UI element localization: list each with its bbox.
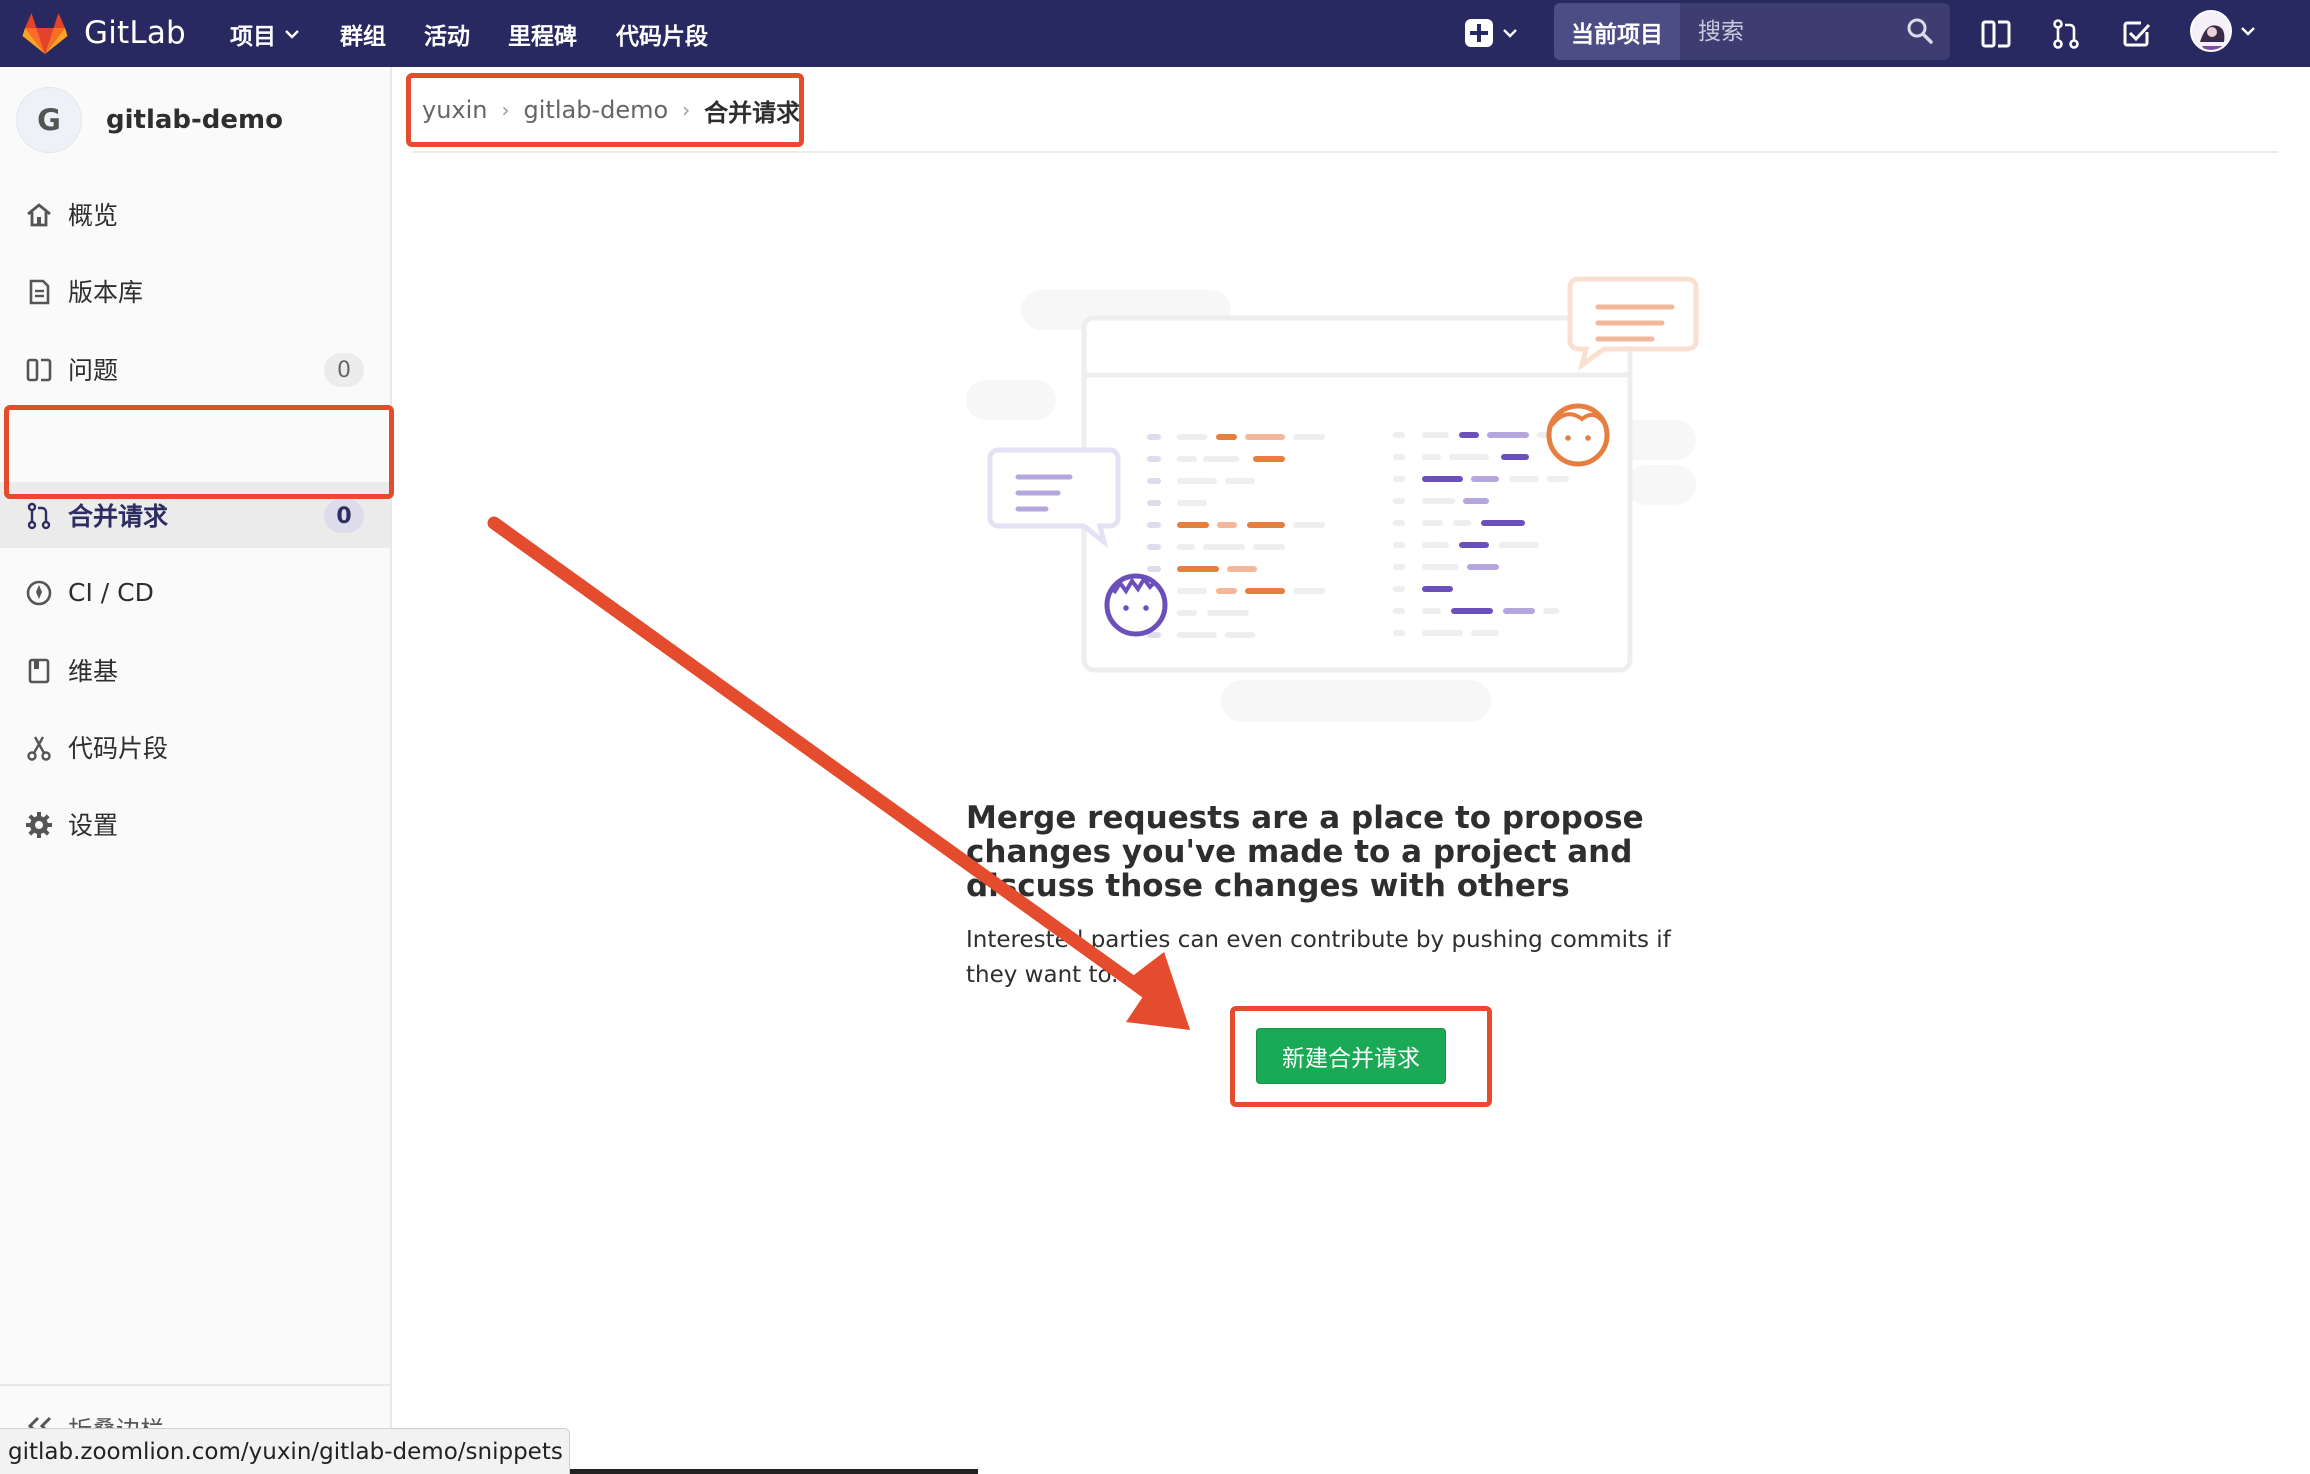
empty-state-subtitle: Interested parties can even contribute b… bbox=[966, 927, 1671, 988]
gear-icon bbox=[24, 810, 54, 840]
issues-count-badge: 0 bbox=[324, 353, 364, 387]
nav-groups[interactable]: 群组 bbox=[340, 0, 386, 67]
sidebar-item-settings[interactable]: 设置 bbox=[0, 791, 390, 857]
project-sidebar: G gitlab-demo 概览 版本库 问题 0 合并请求 0 CI / CD… bbox=[0, 67, 392, 1474]
sidebar-item-label: CI / CD bbox=[68, 577, 154, 607]
issues-icon bbox=[24, 355, 54, 385]
breadcrumb: yuxin › gitlab-demo › 合并请求 bbox=[422, 88, 800, 132]
gitlab-logo[interactable]: GitLab bbox=[22, 11, 186, 55]
nav-projects-dropdown[interactable]: 项目 bbox=[230, 0, 300, 67]
status-bar-url: gitlab.zoomlion.com/yuxin/gitlab-demo/sn… bbox=[0, 1428, 570, 1474]
repository-icon bbox=[24, 277, 54, 307]
sidebar-item-label: 问题 bbox=[68, 356, 119, 385]
todo-icon[interactable] bbox=[2116, 14, 2156, 54]
sidebar-item-label: 代码片段 bbox=[68, 734, 169, 763]
sidebar-item-overview[interactable]: 概览 bbox=[0, 181, 390, 247]
search-icon[interactable] bbox=[1906, 17, 1934, 45]
project-header[interactable]: G gitlab-demo bbox=[16, 87, 283, 153]
chevron-right-icon: › bbox=[682, 98, 691, 122]
bottom-divider bbox=[570, 1469, 978, 1474]
new-merge-request-button[interactable]: 新建合并请求 bbox=[1256, 1028, 1446, 1084]
sidebar-item-merge-requests[interactable]: 合并请求 0 bbox=[0, 482, 390, 548]
breadcrumb-item-current[interactable]: 合并请求 bbox=[704, 93, 800, 128]
rocket-icon bbox=[24, 578, 54, 608]
merge-requests-empty-illustration bbox=[966, 276, 1699, 722]
chevron-down-icon bbox=[285, 29, 299, 39]
user-menu[interactable] bbox=[2190, 10, 2256, 52]
breadcrumb-divider bbox=[412, 151, 2278, 153]
nav-projects-label: 项目 bbox=[230, 23, 276, 50]
sidebar-item-label: 维基 bbox=[68, 657, 119, 686]
sidebar-item-label: 设置 bbox=[68, 811, 119, 840]
home-icon bbox=[24, 200, 54, 230]
plus-square-icon bbox=[1465, 19, 1493, 47]
chevron-down-icon bbox=[1503, 29, 1517, 38]
empty-state-title: Merge requests are a place to propose ch… bbox=[966, 800, 1644, 904]
sidebar-item-repository[interactable]: 版本库 bbox=[0, 258, 390, 324]
nav-activity[interactable]: 活动 bbox=[424, 0, 470, 67]
sidebar-item-issues[interactable]: 问题 0 bbox=[0, 336, 390, 402]
project-name: gitlab-demo bbox=[106, 105, 284, 135]
issues-icon[interactable] bbox=[1976, 14, 2016, 54]
sidebar-item-label: 合并请求 bbox=[68, 502, 169, 531]
sidebar-item-ci-cd[interactable]: CI / CD bbox=[0, 559, 390, 625]
merge-requests-count-badge: 0 bbox=[324, 499, 364, 533]
sidebar-item-snippets[interactable]: 代码片段 bbox=[0, 714, 390, 780]
new-dropdown[interactable] bbox=[1464, 14, 1518, 52]
gitlab-tanuki-icon bbox=[22, 13, 68, 54]
book-icon bbox=[24, 656, 54, 686]
chevron-down-icon bbox=[2241, 27, 2255, 36]
search-input[interactable] bbox=[1680, 3, 1910, 60]
user-avatar bbox=[2190, 10, 2232, 52]
search-box[interactable]: 当前项目 bbox=[1554, 3, 1950, 60]
sidebar-item-wiki[interactable]: 维基 bbox=[0, 637, 390, 703]
sidebar-item-label: 概览 bbox=[68, 201, 119, 230]
merge-request-icon[interactable] bbox=[2046, 14, 2086, 54]
snippet-icon bbox=[24, 733, 54, 763]
merge-request-icon bbox=[24, 501, 54, 531]
nav-snippets[interactable]: 代码片段 bbox=[616, 0, 708, 67]
breadcrumb-item-namespace[interactable]: yuxin bbox=[422, 96, 488, 124]
chevron-right-icon: › bbox=[501, 98, 510, 122]
brand-name: GitLab bbox=[84, 15, 186, 51]
breadcrumb-item-project[interactable]: gitlab-demo bbox=[524, 96, 669, 124]
top-navbar: GitLab 项目 群组 活动 里程碑 代码片段 当前项目 bbox=[0, 0, 2310, 67]
nav-milestones[interactable]: 里程碑 bbox=[508, 0, 577, 67]
project-avatar: G bbox=[16, 87, 82, 153]
search-scope-badge[interactable]: 当前项目 bbox=[1554, 3, 1680, 60]
sidebar-item-label: 版本库 bbox=[68, 278, 144, 307]
